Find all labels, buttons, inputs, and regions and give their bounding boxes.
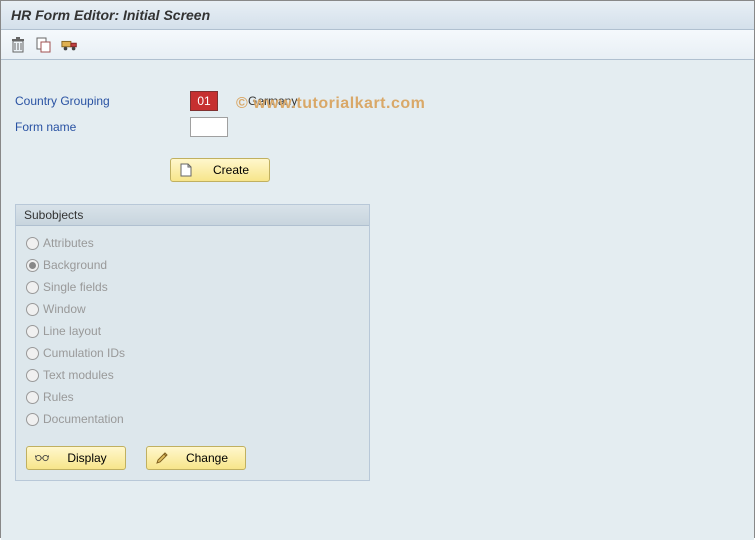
- create-button-label: Create: [201, 163, 261, 177]
- radio-icon: [26, 259, 39, 272]
- radio-icon: [26, 281, 39, 294]
- radio-label: Documentation: [43, 412, 124, 426]
- toolbar: [1, 30, 754, 60]
- radio-label: Attributes: [43, 236, 94, 250]
- radio-icon: [26, 237, 39, 250]
- radio-single-fields[interactable]: Single fields: [26, 276, 359, 298]
- radio-icon: [26, 369, 39, 382]
- copy-icon[interactable]: [35, 36, 53, 54]
- country-grouping-text: Germany: [248, 94, 297, 108]
- form-name-row: Form name: [15, 116, 740, 138]
- radio-icon: [26, 413, 39, 426]
- radio-label: Single fields: [43, 280, 108, 294]
- radio-text-modules[interactable]: Text modules: [26, 364, 359, 386]
- glasses-icon: [35, 451, 49, 465]
- display-button-label: Display: [57, 451, 117, 465]
- radio-label: Line layout: [43, 324, 101, 338]
- country-grouping-label: Country Grouping: [15, 94, 190, 108]
- form-name-label: Form name: [15, 120, 190, 134]
- subobjects-title: Subobjects: [16, 205, 369, 226]
- country-grouping-row: Country Grouping Germany: [15, 90, 740, 112]
- radio-documentation[interactable]: Documentation: [26, 408, 359, 430]
- radio-label: Text modules: [43, 368, 114, 382]
- radio-label: Cumulation IDs: [43, 346, 125, 360]
- radio-list: Attributes Background Single fields Wind…: [16, 226, 369, 436]
- radio-icon: [26, 303, 39, 316]
- radio-attributes[interactable]: Attributes: [26, 232, 359, 254]
- delete-icon[interactable]: [9, 36, 27, 54]
- display-button[interactable]: Display: [26, 446, 126, 470]
- pencil-icon: [155, 451, 169, 465]
- radio-cumulation-ids[interactable]: Cumulation IDs: [26, 342, 359, 364]
- radio-icon: [26, 347, 39, 360]
- radio-label: Window: [43, 302, 86, 316]
- country-grouping-input[interactable]: [190, 91, 218, 111]
- create-button-row: Create: [170, 158, 740, 182]
- create-button[interactable]: Create: [170, 158, 270, 182]
- page-title: HR Form Editor: Initial Screen: [11, 7, 210, 23]
- subobjects-button-row: Display Change: [16, 436, 369, 480]
- title-bar: HR Form Editor: Initial Screen: [1, 1, 754, 30]
- document-icon: [179, 163, 193, 177]
- radio-window[interactable]: Window: [26, 298, 359, 320]
- change-button-label: Change: [177, 451, 237, 465]
- transport-icon[interactable]: [61, 36, 79, 54]
- subobjects-group: Subobjects Attributes Background Single …: [15, 204, 370, 481]
- radio-icon: [26, 325, 39, 338]
- radio-background[interactable]: Background: [26, 254, 359, 276]
- change-button[interactable]: Change: [146, 446, 246, 470]
- radio-label: Background: [43, 258, 107, 272]
- content-area: © www.tutorialkart.com Country Grouping …: [1, 60, 754, 540]
- radio-line-layout[interactable]: Line layout: [26, 320, 359, 342]
- radio-rules[interactable]: Rules: [26, 386, 359, 408]
- radio-label: Rules: [43, 390, 74, 404]
- form-name-input[interactable]: [190, 117, 228, 137]
- radio-icon: [26, 391, 39, 404]
